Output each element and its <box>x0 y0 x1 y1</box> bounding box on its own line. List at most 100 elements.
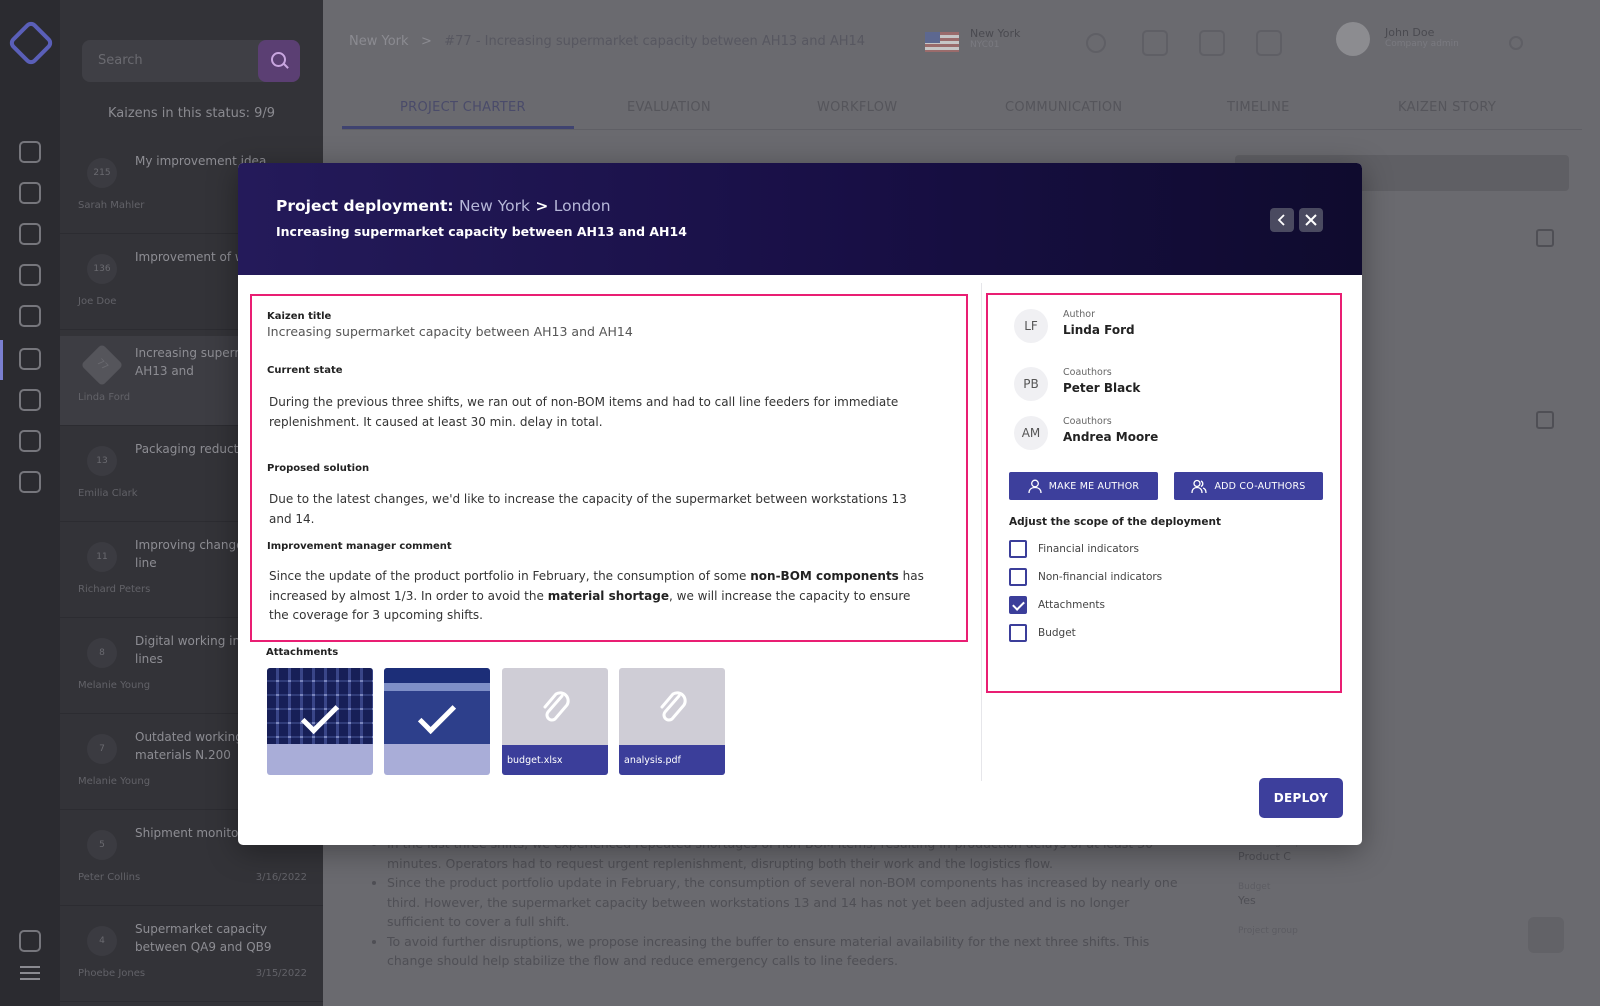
description-bullet: To avoid further disruptions, we propose… <box>387 932 1181 971</box>
app-logo-icon[interactable] <box>6 18 56 68</box>
scope-option-attachments[interactable]: Attachments <box>1009 596 1105 614</box>
edit-note-icon[interactable] <box>19 389 41 411</box>
globe-icon[interactable] <box>19 141 41 163</box>
add-icon[interactable] <box>1536 229 1554 247</box>
person-name: Linda Ford <box>1063 323 1135 337</box>
chevron-left-icon <box>1277 214 1285 226</box>
manager-comment-label: Improvement manager comment <box>267 541 452 552</box>
close-button[interactable] <box>1299 208 1323 232</box>
kaizen-number-badge: 8 <box>87 638 117 668</box>
checkbox-label: Non-financial indicators <box>1038 571 1163 583</box>
tab-communication[interactable]: COMMUNICATION <box>1005 100 1122 115</box>
proposed-solution-value: Due to the latest changes, we'd like to … <box>269 492 907 526</box>
person-name: Peter Black <box>1063 381 1141 395</box>
modal-title: Project deployment: New York > London <box>276 197 611 215</box>
clipboard-check-icon[interactable] <box>19 348 41 370</box>
barcode-icon[interactable] <box>1142 30 1168 56</box>
person-name: Andrea Moore <box>1063 430 1159 444</box>
make-me-author-label: MAKE ME AUTHOR <box>1048 480 1140 492</box>
kaizen-author: Melanie Young <box>78 680 151 691</box>
tab-project-charter[interactable]: PROJECT CHARTER <box>400 100 526 115</box>
user-icon <box>1028 479 1042 493</box>
checkbox[interactable] <box>1009 624 1027 642</box>
attachment-image[interactable] <box>384 668 490 775</box>
proposed-solution-label: Proposed solution <box>267 463 370 474</box>
tab-kaizen-story[interactable]: KAIZEN STORY <box>1398 100 1496 115</box>
barcode-icon[interactable] <box>19 223 41 245</box>
breadcrumb-root[interactable]: New York <box>349 34 409 49</box>
breadcrumb: New York > #77 - Increasing supermarket … <box>349 34 865 49</box>
description-bullet: Since the product portfolio update in Fe… <box>387 873 1181 932</box>
clipboard-icon[interactable] <box>1199 30 1225 56</box>
menu-icon[interactable] <box>20 966 40 980</box>
kaizen-number-badge: 7 <box>87 734 117 764</box>
chevron-right-icon[interactable] <box>1509 36 1523 50</box>
person-role: Author <box>1063 309 1095 320</box>
location-selector[interactable]: New York NYC01 <box>970 27 1020 50</box>
comment-emphasis: material shortage <box>547 588 669 603</box>
avatar[interactable] <box>1336 22 1370 56</box>
attachment-file[interactable]: analysis.pdf <box>619 668 725 775</box>
kaizen-date: 3/15/2022 <box>255 968 307 979</box>
scope-option-non-financial-indicators[interactable]: Non-financial indicators <box>1009 568 1162 586</box>
us-flag-icon <box>925 32 959 52</box>
side-field-label: Project group <box>1238 926 1298 936</box>
active-tab-indicator <box>342 126 574 129</box>
scope-option-budget[interactable]: Budget <box>1009 624 1076 642</box>
scale-icon[interactable] <box>19 305 41 327</box>
scope-option-financial-indicators[interactable]: Financial indicators <box>1009 540 1139 558</box>
user-menu[interactable]: John Doe Company admin <box>1385 26 1459 49</box>
breadcrumb-separator: > <box>420 34 432 49</box>
add-co-authors-button[interactable]: ADD CO-AUTHORS <box>1174 472 1323 500</box>
deploy-button[interactable]: DEPLOY <box>1259 778 1343 818</box>
modal-title-prefix: Project deployment: <box>276 197 454 215</box>
kaizen-title: Supermarket capacity between QA9 and QB9 <box>135 922 272 954</box>
deployment-scope-label: Adjust the scope of the deployment <box>1009 516 1221 528</box>
side-field-value: Yes <box>1238 894 1256 907</box>
kaizen-author: Richard Peters <box>78 584 151 595</box>
column-divider <box>981 283 982 781</box>
kaizen-author: Phoebe Jones <box>78 968 146 979</box>
close-icon <box>1305 214 1317 226</box>
top-bar: New York > #77 - Increasing supermarket … <box>323 0 1600 86</box>
clipboard-x-icon[interactable] <box>19 430 41 452</box>
comment-emphasis: non-BOM components <box>750 569 899 583</box>
play-icon[interactable] <box>1086 33 1106 53</box>
search-icon[interactable] <box>258 40 300 82</box>
tab-timeline[interactable]: TIMELINE <box>1227 100 1290 115</box>
person-role: Coauthors <box>1063 416 1112 427</box>
back-button[interactable] <box>1270 208 1294 232</box>
tab-evaluation[interactable]: EVALUATION <box>627 100 711 115</box>
modal-subtitle: Increasing supermarket capacity between … <box>276 224 687 239</box>
help-button[interactable] <box>1528 917 1564 953</box>
modal-header: Project deployment: New York > London In… <box>238 163 1362 275</box>
kaizen-number-badge: 77 <box>80 343 124 387</box>
checkbox-label: Financial indicators <box>1038 543 1140 555</box>
nav-rail <box>0 0 60 1006</box>
list-item[interactable]: 4 Supermarket capacity between QA9 and QB… <box>60 912 323 1002</box>
users-icon <box>1191 479 1208 493</box>
chart-icon[interactable] <box>19 182 41 204</box>
attachment-image[interactable] <box>267 668 373 775</box>
add-icon[interactable] <box>1536 411 1554 429</box>
make-me-author-button[interactable]: MAKE ME AUTHOR <box>1009 472 1158 500</box>
checkbox[interactable] <box>1009 540 1027 558</box>
attachment-file[interactable]: budget.xlsx <box>502 668 608 775</box>
checkbox-label: Attachments <box>1038 599 1106 611</box>
person-role: Coauthors <box>1063 367 1112 378</box>
kaizen-number-badge: 136 <box>87 254 117 284</box>
rocket-icon[interactable] <box>19 471 41 493</box>
kaizen-author: Peter Collins <box>78 872 141 883</box>
checkbox[interactable] <box>1009 568 1027 586</box>
avatar: PB <box>1014 367 1048 401</box>
checkbox[interactable] <box>1009 596 1027 614</box>
kaizen-number-badge: 5 <box>87 830 117 860</box>
attachment-filename: analysis.pdf <box>619 745 725 775</box>
lightbulb-icon[interactable] <box>19 264 41 286</box>
user-role: Company admin <box>1385 39 1459 49</box>
checkbox-label: Budget <box>1038 627 1076 639</box>
kaizen-number-badge: 13 <box>87 446 117 476</box>
tab-workflow[interactable]: WORKFLOW <box>817 100 897 115</box>
signpost-icon[interactable] <box>1256 30 1282 56</box>
sliders-icon[interactable] <box>19 930 41 952</box>
